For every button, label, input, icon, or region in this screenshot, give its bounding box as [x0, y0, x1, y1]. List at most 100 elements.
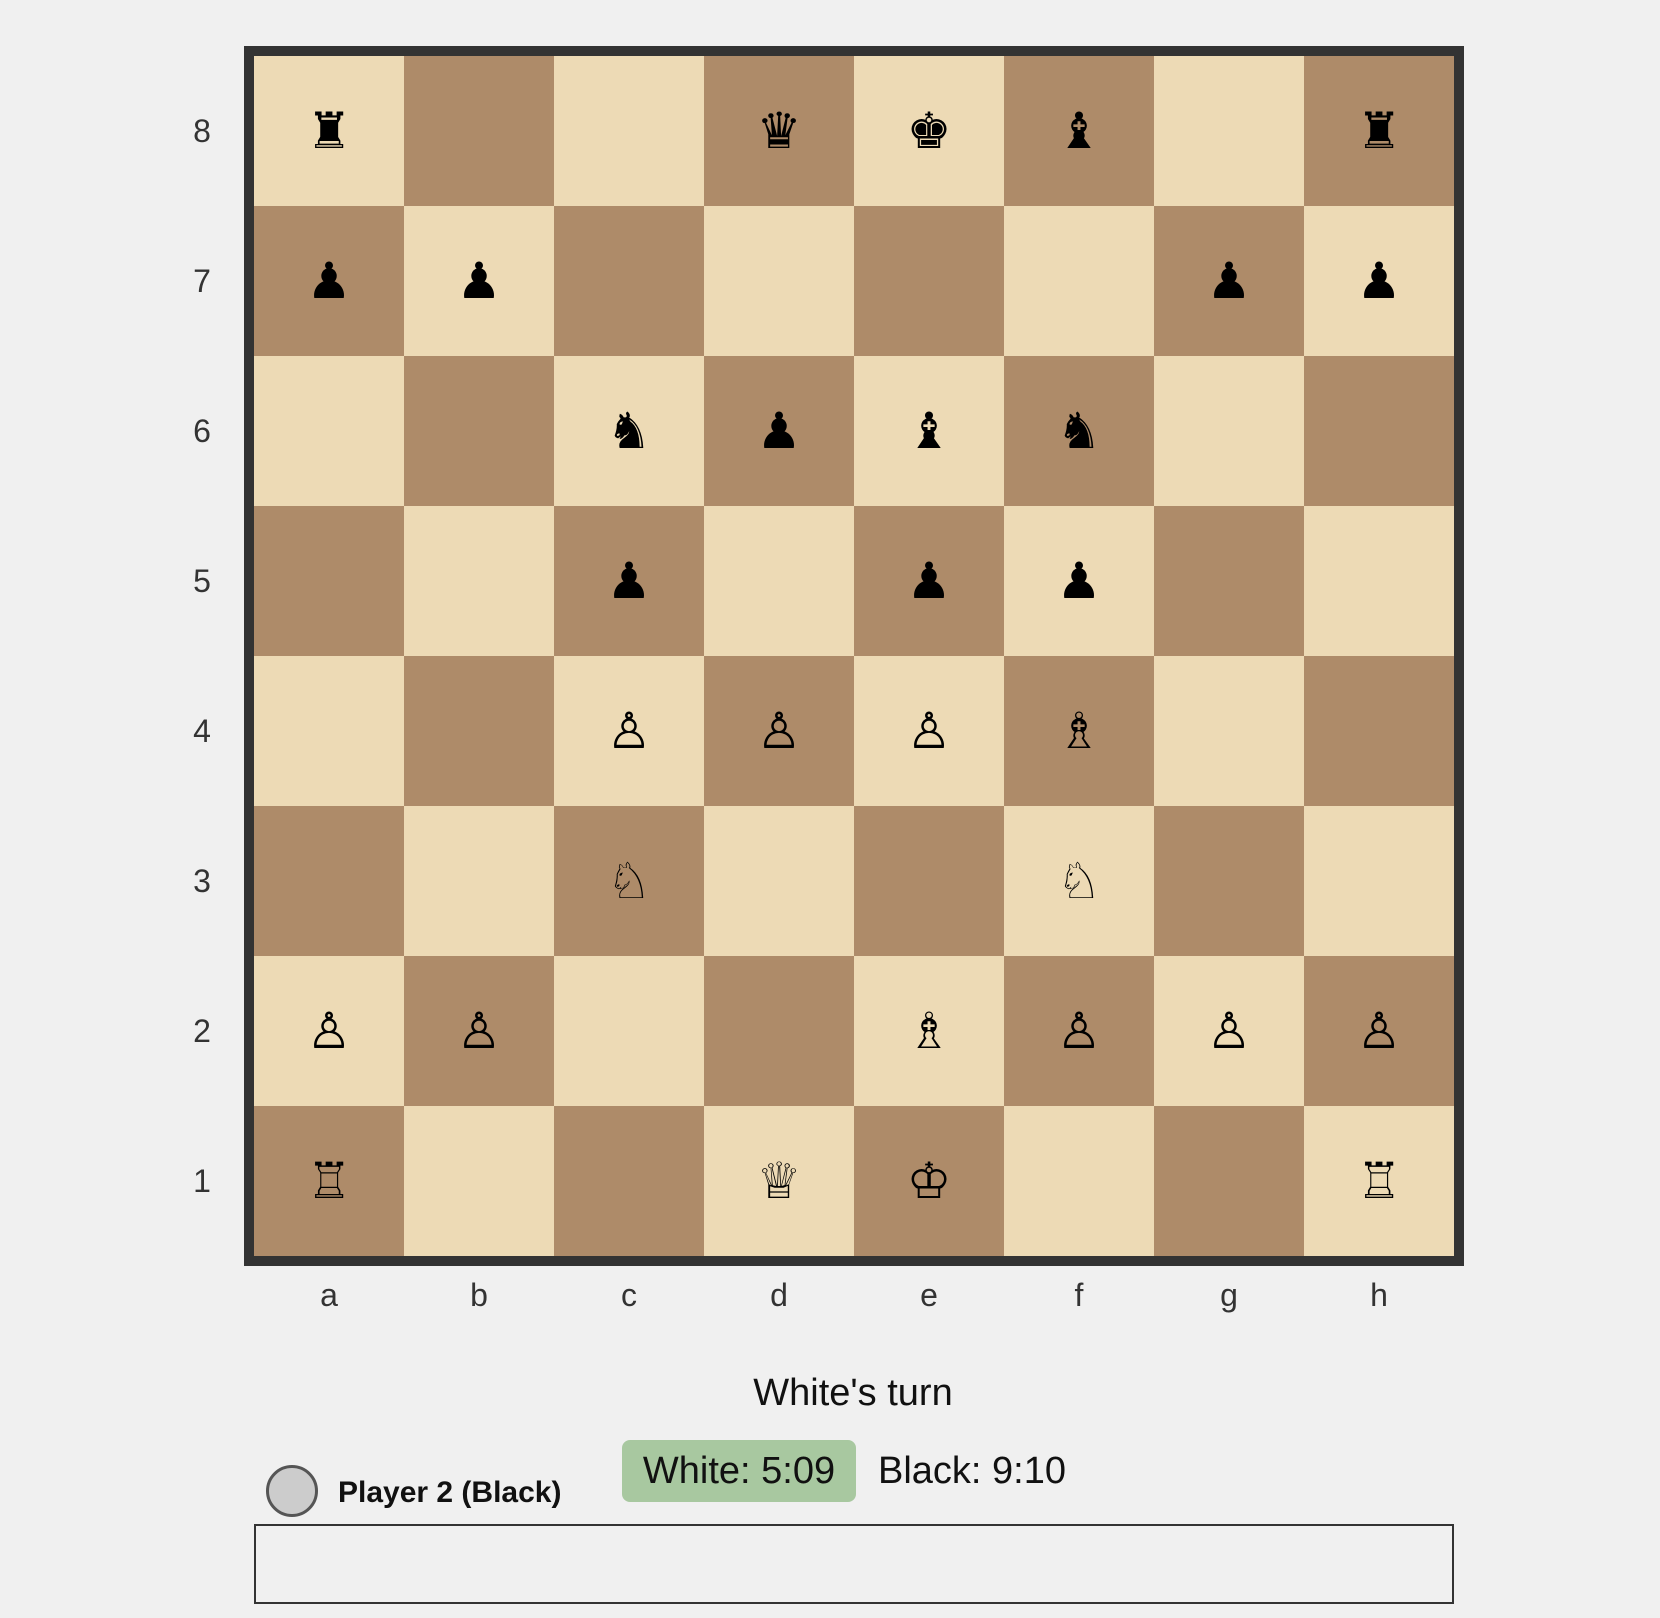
- black-pawn-icon[interactable]: ♟: [607, 556, 652, 606]
- square-c3[interactable]: ♘: [554, 806, 704, 956]
- black-pawn-icon[interactable]: ♟: [1357, 256, 1402, 306]
- square-b7[interactable]: ♟: [404, 206, 554, 356]
- square-h3[interactable]: [1304, 806, 1454, 956]
- black-pawn-icon[interactable]: ♟: [1207, 256, 1252, 306]
- square-e8[interactable]: ♚: [854, 56, 1004, 206]
- square-d5[interactable]: [704, 506, 854, 656]
- square-e4[interactable]: ♙: [854, 656, 1004, 806]
- black-knight-icon[interactable]: ♞: [1057, 406, 1102, 456]
- chess-board[interactable]: ♜ ♛ ♚ ♝ ♜ ♟ ♟ ♟ ♟ ♞ ♟ ♝ ♞ ♟ ♟ ♟ ♙ ♙ ♙ ♗ ♘ ♘ ♙ ♙ ♗ ♙ ♙ ♙ ♖ ♕ ♔ ♖: [254, 56, 1454, 1256]
- square-g5[interactable]: [1154, 506, 1304, 656]
- square-d7[interactable]: [704, 206, 854, 356]
- file-label: a: [320, 1276, 338, 1313]
- square-h7[interactable]: ♟: [1304, 206, 1454, 356]
- square-a5[interactable]: [254, 506, 404, 656]
- square-f5[interactable]: ♟: [1004, 506, 1154, 656]
- square-e2[interactable]: ♗: [854, 956, 1004, 1106]
- white-knight-icon[interactable]: ♘: [1057, 856, 1102, 906]
- square-e3[interactable]: [854, 806, 1004, 956]
- black-bishop-icon[interactable]: ♝: [1057, 106, 1102, 156]
- white-bishop-icon[interactable]: ♗: [907, 1006, 952, 1056]
- square-g4[interactable]: [1154, 656, 1304, 806]
- square-g7[interactable]: ♟: [1154, 206, 1304, 356]
- black-king-icon[interactable]: ♚: [907, 106, 952, 156]
- square-f4[interactable]: ♗: [1004, 656, 1154, 806]
- square-f6[interactable]: ♞: [1004, 356, 1154, 506]
- white-pawn-icon[interactable]: ♙: [457, 1006, 502, 1056]
- square-d4[interactable]: ♙: [704, 656, 854, 806]
- square-f1[interactable]: [1004, 1106, 1154, 1256]
- square-b6[interactable]: [404, 356, 554, 506]
- white-pawn-icon[interactable]: ♙: [757, 706, 802, 756]
- white-king-icon[interactable]: ♔: [907, 1156, 952, 1206]
- square-a4[interactable]: [254, 656, 404, 806]
- square-b1[interactable]: [404, 1106, 554, 1256]
- square-d3[interactable]: [704, 806, 854, 956]
- square-h4[interactable]: [1304, 656, 1454, 806]
- square-b4[interactable]: [404, 656, 554, 806]
- square-h2[interactable]: ♙: [1304, 956, 1454, 1106]
- white-pawn-icon[interactable]: ♙: [1357, 1006, 1402, 1056]
- black-bishop-icon[interactable]: ♝: [907, 406, 952, 456]
- square-e1[interactable]: ♔: [854, 1106, 1004, 1256]
- square-c6[interactable]: ♞: [554, 356, 704, 506]
- square-e5[interactable]: ♟: [854, 506, 1004, 656]
- square-c4[interactable]: ♙: [554, 656, 704, 806]
- square-d1[interactable]: ♕: [704, 1106, 854, 1256]
- square-a8[interactable]: ♜: [254, 56, 404, 206]
- square-g2[interactable]: ♙: [1154, 956, 1304, 1106]
- white-pawn-icon[interactable]: ♙: [607, 706, 652, 756]
- square-b2[interactable]: ♙: [404, 956, 554, 1106]
- black-pawn-icon[interactable]: ♟: [457, 256, 502, 306]
- square-c2[interactable]: [554, 956, 704, 1106]
- black-pawn-icon[interactable]: ♟: [1057, 556, 1102, 606]
- square-c1[interactable]: [554, 1106, 704, 1256]
- square-f7[interactable]: [1004, 206, 1154, 356]
- white-rook-icon[interactable]: ♖: [307, 1156, 352, 1206]
- white-pawn-icon[interactable]: ♙: [1057, 1006, 1102, 1056]
- square-d8[interactable]: ♛: [704, 56, 854, 206]
- square-h1[interactable]: ♖: [1304, 1106, 1454, 1256]
- black-rook-icon[interactable]: ♜: [307, 106, 352, 156]
- square-a3[interactable]: [254, 806, 404, 956]
- square-b3[interactable]: [404, 806, 554, 956]
- square-g3[interactable]: [1154, 806, 1304, 956]
- black-rook-icon[interactable]: ♜: [1357, 106, 1402, 156]
- black-pawn-icon[interactable]: ♟: [757, 406, 802, 456]
- square-a2[interactable]: ♙: [254, 956, 404, 1106]
- white-pawn-icon[interactable]: ♙: [907, 706, 952, 756]
- square-h5[interactable]: [1304, 506, 1454, 656]
- square-c8[interactable]: [554, 56, 704, 206]
- square-b5[interactable]: [404, 506, 554, 656]
- move-input[interactable]: [254, 1524, 1454, 1604]
- square-e7[interactable]: [854, 206, 1004, 356]
- square-g8[interactable]: [1154, 56, 1304, 206]
- black-queen-icon[interactable]: ♛: [757, 106, 802, 156]
- square-c7[interactable]: [554, 206, 704, 356]
- black-pawn-icon[interactable]: ♟: [307, 256, 352, 306]
- white-knight-icon[interactable]: ♘: [607, 856, 652, 906]
- black-pawn-icon[interactable]: ♟: [907, 556, 952, 606]
- square-d6[interactable]: ♟: [704, 356, 854, 506]
- white-pawn-icon[interactable]: ♙: [307, 1006, 352, 1056]
- white-pawn-icon[interactable]: ♙: [1207, 1006, 1252, 1056]
- square-a6[interactable]: [254, 356, 404, 506]
- white-bishop-icon[interactable]: ♗: [1057, 706, 1102, 756]
- square-b8[interactable]: [404, 56, 554, 206]
- white-rook-icon[interactable]: ♖: [1357, 1156, 1402, 1206]
- square-e6[interactable]: ♝: [854, 356, 1004, 506]
- white-queen-icon[interactable]: ♕: [757, 1156, 802, 1206]
- square-h6[interactable]: [1304, 356, 1454, 506]
- black-knight-icon[interactable]: ♞: [607, 406, 652, 456]
- square-f8[interactable]: ♝: [1004, 56, 1154, 206]
- square-g1[interactable]: [1154, 1106, 1304, 1256]
- square-c5[interactable]: ♟: [554, 506, 704, 656]
- square-f2[interactable]: ♙: [1004, 956, 1154, 1106]
- square-a1[interactable]: ♖: [254, 1106, 404, 1256]
- square-h8[interactable]: ♜: [1304, 56, 1454, 206]
- square-g6[interactable]: [1154, 356, 1304, 506]
- square-d2[interactable]: [704, 956, 854, 1106]
- square-a7[interactable]: ♟: [254, 206, 404, 356]
- square-f3[interactable]: ♘: [1004, 806, 1154, 956]
- file-label: b: [470, 1276, 488, 1313]
